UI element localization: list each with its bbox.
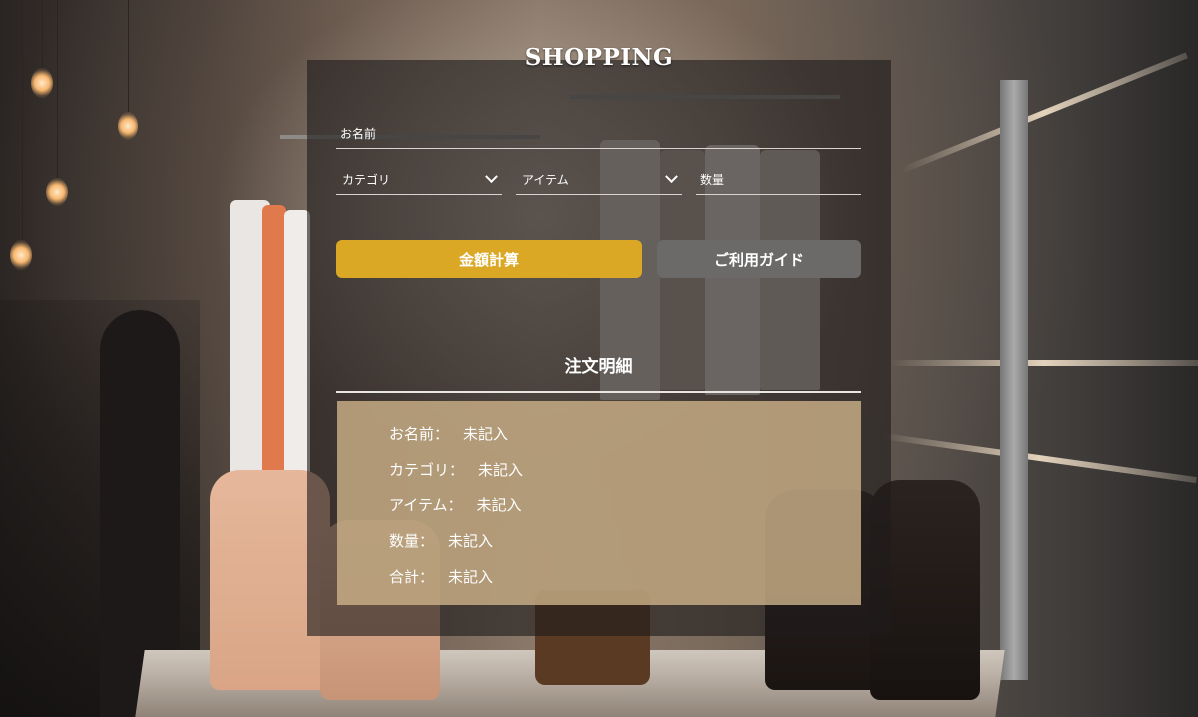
detail-value: 未記入 xyxy=(476,496,522,514)
name-input[interactable] xyxy=(336,119,861,149)
calculate-price-button[interactable]: 金額計算 xyxy=(336,240,642,278)
detail-value: 未記入 xyxy=(448,568,494,586)
detail-label: アイテム： xyxy=(389,496,463,514)
detail-row-name: お名前： 未記入 xyxy=(389,423,508,444)
order-details-title: 注文明細 xyxy=(564,357,633,377)
detail-label: お名前： xyxy=(389,425,450,443)
category-select[interactable]: カテゴリ xyxy=(336,165,502,195)
chevron-down-icon xyxy=(665,170,678,184)
chevron-down-icon xyxy=(485,170,498,184)
page-title: SHOPPING xyxy=(524,44,674,71)
item-select-label: アイテム xyxy=(522,173,569,187)
item-select[interactable]: アイテム xyxy=(516,165,682,195)
usage-guide-button[interactable]: ご利用ガイド xyxy=(657,240,861,278)
detail-label: 合計： xyxy=(389,568,435,586)
detail-row-category: カテゴリ： 未記入 xyxy=(389,459,523,480)
category-select-label: カテゴリ xyxy=(342,173,391,187)
detail-value: 未記入 xyxy=(448,532,494,550)
quantity-input[interactable] xyxy=(696,165,861,195)
detail-label: カテゴリ： xyxy=(389,461,465,479)
detail-value: 未記入 xyxy=(463,425,509,443)
detail-value: 未記入 xyxy=(478,461,524,479)
detail-label: 数量： xyxy=(389,532,435,550)
detail-row-item: アイテム： 未記入 xyxy=(389,494,522,515)
detail-row-quantity: 数量： 未記入 xyxy=(389,530,493,551)
detail-row-total: 合計： 未記入 xyxy=(389,566,493,587)
section-divider xyxy=(336,391,861,393)
